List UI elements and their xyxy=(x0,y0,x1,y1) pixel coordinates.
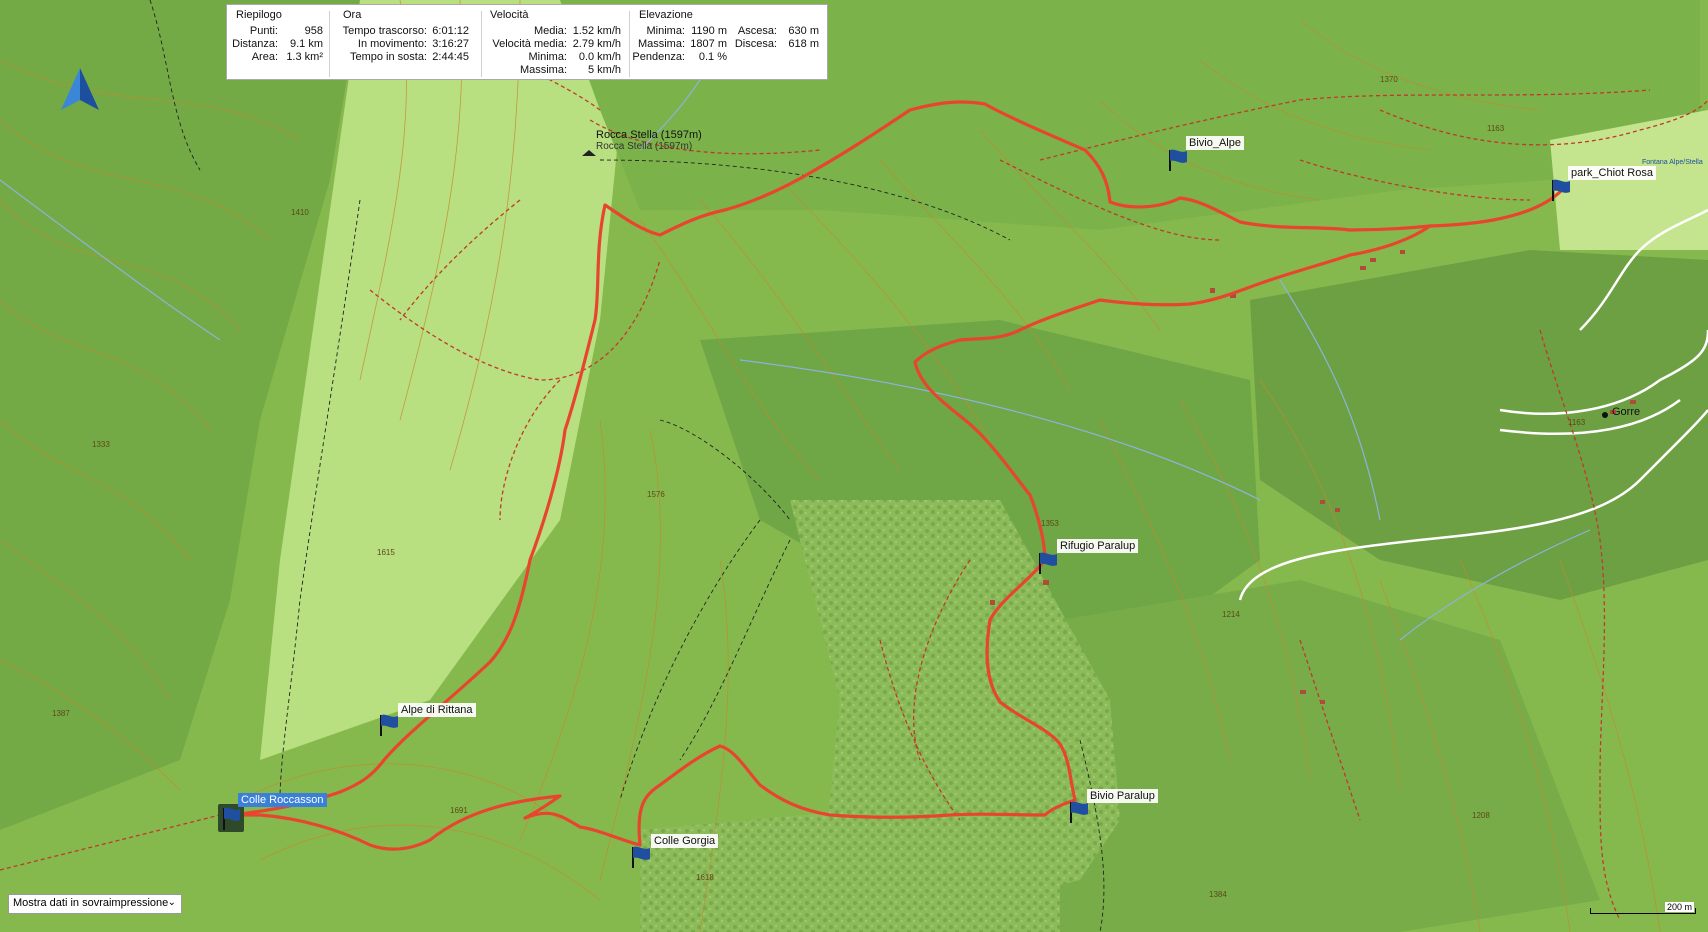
village-label: Gorre xyxy=(1612,406,1641,418)
summary-value: 1.3 km² xyxy=(286,51,323,63)
contour-number: 1576 xyxy=(647,490,665,499)
elevation-label: Ascesa: xyxy=(737,25,777,37)
contour-number: 1333 xyxy=(92,440,110,449)
elevation-label: Minima: xyxy=(646,25,685,37)
summary-label: Distanza: xyxy=(232,38,278,50)
contour-number: 1384 xyxy=(1209,890,1227,899)
waypoint-label[interactable]: Colle Roccasson xyxy=(238,793,327,807)
overlay-data-dropdown-label: Mostra dati in sovraimpressione xyxy=(13,897,169,909)
peak-label: Rocca Stella (1597m) xyxy=(596,129,702,141)
track-statistics-panel: Riepilogo Punti: 958 Distanza: 9.1 km Ar… xyxy=(226,4,828,80)
waypoint-label[interactable]: Bivio_Alpe xyxy=(1186,136,1244,150)
waypoint-flag-icon[interactable] xyxy=(378,713,400,737)
speed-value: 0.0 km/h xyxy=(578,51,621,63)
peak-sub-label: Rocca Stella (1597m) xyxy=(596,141,693,152)
place-small-label: Fontana Alpe/Stella xyxy=(1642,159,1703,166)
contour-number: 1370 xyxy=(1380,75,1398,84)
elevation-label: Pendenza: xyxy=(632,51,685,63)
panel-separator xyxy=(329,11,330,77)
elevation-value: 1190 m xyxy=(691,25,727,37)
elevation-label: Massima: xyxy=(637,38,685,50)
panel-separator xyxy=(481,11,482,77)
chevron-down-icon: ⌄ xyxy=(167,897,176,908)
waypoint-label[interactable]: park_Chiot Rosa xyxy=(1568,166,1656,180)
contour-number: 1691 xyxy=(450,806,468,815)
elevation-value: 618 m xyxy=(788,38,819,50)
contour-number: 1387 xyxy=(52,709,70,718)
elevation-value: 1807 m xyxy=(690,38,727,50)
time-title: Ora xyxy=(343,9,362,21)
time-label: Tempo trascorso: xyxy=(342,25,427,37)
speed-value: 2.79 km/h xyxy=(572,38,621,50)
waypoint-flag-icon[interactable] xyxy=(630,845,652,869)
speed-value: 1.52 km/h xyxy=(572,25,621,37)
contour-number: 1163 xyxy=(1487,124,1505,133)
summary-value: 958 xyxy=(304,25,323,37)
elevation-value: 0.1 % xyxy=(698,51,727,63)
summary-label: Area: xyxy=(251,51,278,63)
time-label: Tempo in sosta: xyxy=(349,51,427,63)
contour-number: 1410 xyxy=(291,208,309,217)
time-value: 2:44:45 xyxy=(432,51,469,63)
speed-label: Media: xyxy=(533,25,567,37)
waypoint-flag-icon[interactable] xyxy=(1068,800,1090,824)
contour-number: 1353 xyxy=(1041,519,1059,528)
contour-number: 1163 xyxy=(1568,418,1586,427)
speed-value: 5 km/h xyxy=(587,64,621,76)
waypoint-flag-icon[interactable] xyxy=(1037,551,1059,575)
overlay-data-dropdown[interactable]: Mostra dati in sovraimpressione ⌄ xyxy=(8,894,182,914)
speed-label: Velocità media: xyxy=(492,38,567,50)
panel-separator xyxy=(629,11,630,77)
waypoint-label[interactable]: Alpe di Rittana xyxy=(398,703,476,717)
elevation-label: Discesa: xyxy=(734,38,777,50)
elevation-value: 630 m xyxy=(788,25,819,37)
time-value: 6:01:12 xyxy=(432,25,469,37)
contour-number: 1615 xyxy=(377,548,395,557)
waypoint-label[interactable]: Rifugio Paralup xyxy=(1057,539,1139,553)
contour-number: 1208 xyxy=(1472,811,1490,820)
waypoint-label[interactable]: Bivio Paralup xyxy=(1087,789,1158,803)
waypoint-flag-icon[interactable] xyxy=(218,804,244,832)
speed-label: Massima: xyxy=(519,64,567,76)
speed-title: Velocità xyxy=(490,9,529,21)
waypoint-flag-icon[interactable] xyxy=(1550,178,1572,202)
contour-number: 1214 xyxy=(1222,610,1240,619)
time-label: In movimento: xyxy=(357,38,427,50)
elevation-title: Elevazione xyxy=(639,9,693,21)
summary-value: 9.1 km xyxy=(289,38,323,50)
scale-bar: 200 m xyxy=(1590,902,1696,916)
village-dot-icon xyxy=(1602,412,1608,418)
waypoint-label[interactable]: Colle Gorgia xyxy=(651,834,719,848)
time-value: 3:16:27 xyxy=(432,38,469,50)
scale-bar-label: 200 m xyxy=(1664,902,1694,912)
summary-label: Punti: xyxy=(249,25,278,37)
summary-title: Riepilogo xyxy=(236,9,282,21)
waypoint-flag-icon[interactable] xyxy=(1167,148,1189,172)
contour-number: 1618 xyxy=(696,873,714,882)
speed-label: Minima: xyxy=(528,51,567,63)
